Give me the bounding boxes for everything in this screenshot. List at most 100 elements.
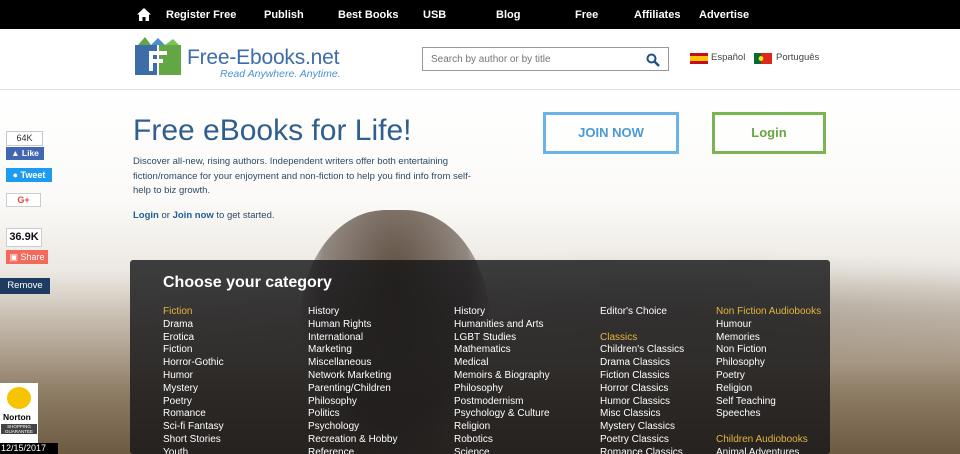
category-link[interactable]: Mathematics [454, 344, 594, 357]
category-link[interactable]: Self Teaching [716, 396, 856, 409]
category-link[interactable]: Humor [163, 370, 303, 383]
join-link[interactable]: Join now [173, 210, 214, 221]
category-link[interactable]: Philosophy [716, 357, 856, 370]
category-link[interactable]: Miscellaneous [308, 357, 448, 370]
category-link[interactable]: Romance [163, 408, 303, 421]
category-link[interactable]: Short Stories [163, 434, 303, 447]
language-portugues[interactable]: Português [776, 52, 819, 63]
category-link[interactable]: Recreation & Hobby [308, 434, 448, 447]
spain-flag-icon[interactable] [690, 53, 708, 64]
share-label: Share [20, 252, 45, 262]
nav-register-free[interactable]: Register Free [166, 9, 236, 21]
search-box [422, 47, 669, 71]
category-link[interactable]: International [308, 332, 448, 345]
norton-check-icon [7, 387, 31, 409]
nav-publish[interactable]: Publish [264, 9, 304, 21]
join-now-button[interactable]: JOIN NOW [543, 112, 679, 154]
category-link[interactable]: Poetry [163, 396, 303, 409]
category-link[interactable]: Memoirs & Biography [454, 370, 594, 383]
category-link[interactable]: Humour [716, 319, 856, 332]
hero-title: Free eBooks for Life! [133, 114, 412, 147]
category-link[interactable]: Robotics [454, 434, 594, 447]
category-link[interactable]: Speeches [716, 408, 856, 421]
search-icon[interactable] [646, 53, 660, 67]
category-panel: Choose your category Fiction Drama Erotica… [130, 260, 830, 454]
category-link[interactable]: Philosophy [454, 383, 594, 396]
category-link[interactable]: History [454, 306, 594, 319]
language-espanol[interactable]: Español [711, 52, 745, 63]
nav-usb[interactable]: USB [423, 9, 446, 21]
category-column-1: Fiction Drama Erotica Fiction Horror-Gothic H… [163, 306, 303, 454]
home-icon[interactable] [137, 8, 151, 21]
category-link[interactable]: LGBT Studies [454, 332, 594, 345]
facebook-like-button[interactable]: ▲ Like [6, 147, 44, 160]
tweet-button[interactable]: ● Tweet [6, 168, 52, 182]
share-button[interactable]: ▣ Share [6, 250, 48, 264]
portugal-flag-icon[interactable] [754, 53, 772, 64]
category-link[interactable]: Poetry [716, 370, 856, 383]
category-link[interactable]: Psychology [308, 421, 448, 434]
category-link[interactable]: Network Marketing [308, 370, 448, 383]
category-link[interactable]: Psychology & Culture [454, 408, 594, 421]
site-header: Free-Ebooks.net Read Anywhere. Anytime. … [0, 29, 960, 90]
category-link[interactable]: Religion [716, 383, 856, 396]
category-link[interactable]: Science [454, 447, 594, 454]
category-link[interactable]: History [308, 306, 448, 319]
category-link[interactable]: Politics [308, 408, 448, 421]
category-panel-title: Choose your category [163, 274, 332, 291]
category-link[interactable]: Human Rights [308, 319, 448, 332]
nav-advertise[interactable]: Advertise [699, 9, 749, 21]
norton-name: Norton [3, 412, 31, 422]
category-link[interactable]: Philosophy [308, 396, 448, 409]
remove-button[interactable]: Remove [0, 278, 50, 294]
category-link[interactable]: Marketing [308, 344, 448, 357]
category-link[interactable]: Fiction [163, 344, 303, 357]
category-link[interactable]: Horror-Gothic [163, 357, 303, 370]
category-column-5: Non Fiction Audiobooks Humour Memories Non … [716, 306, 856, 454]
tweet-label: Tweet [20, 170, 46, 180]
norton-date: 12/15/2017 [0, 443, 58, 454]
login-link[interactable]: Login [133, 210, 159, 221]
top-navigation: Register Free Publish Best Books USB Blo… [0, 0, 960, 29]
category-link[interactable]: Non Fiction [716, 344, 856, 357]
category-link[interactable]: Drama [163, 319, 303, 332]
category-link[interactable]: Humanities and Arts [454, 319, 594, 332]
nav-blog[interactable]: Blog [496, 9, 520, 21]
facebook-like-label: Like [21, 148, 39, 158]
category-link[interactable]: Parenting/Children [308, 383, 448, 396]
nav-affiliates[interactable]: Affiliates [634, 9, 680, 21]
category-heading[interactable]: Children Audiobooks [716, 434, 856, 447]
category-link[interactable]: Animal Adventures [716, 447, 856, 454]
category-link[interactable]: Youth [163, 447, 303, 454]
category-link[interactable]: Mystery [163, 383, 303, 396]
search-input[interactable] [431, 52, 641, 66]
twitter-bird-icon: ● [12, 170, 19, 180]
category-link[interactable]: Memories [716, 332, 856, 345]
book-logo-icon[interactable] [133, 37, 183, 77]
category-heading[interactable]: Non Fiction Audiobooks [716, 306, 856, 319]
category-column-3: History Humanities and Arts LGBT Studies Ma… [454, 306, 594, 454]
hero-cta-text: Login or Join now to get started. [133, 210, 275, 221]
category-link[interactable]: Medical [454, 357, 594, 370]
plus-icon: ▣ [9, 252, 18, 262]
or-text: or [158, 210, 173, 221]
category-link[interactable]: Reference [308, 447, 448, 454]
cta-suffix: to get started. [213, 210, 275, 221]
hero-description: Discover all-new, rising authors. Indepe… [133, 156, 471, 196]
thumbs-up-icon: ▲ [11, 148, 20, 158]
norton-badge[interactable]: Norton SHOPPING GUARANTEE [0, 383, 38, 443]
logo-name[interactable]: Free-Ebooks.net [187, 46, 339, 70]
category-heading[interactable]: Fiction [163, 306, 303, 319]
logo-tagline: Read Anywhere. Anytime. [220, 68, 341, 80]
facebook-like-count: 64K [6, 131, 43, 146]
nav-free[interactable]: Free [575, 9, 598, 21]
category-link[interactable]: Sci-fi Fantasy [163, 421, 303, 434]
category-link[interactable]: Religion [454, 421, 594, 434]
category-spacer [716, 421, 856, 434]
login-button[interactable]: Login [712, 112, 826, 154]
category-link[interactable]: Erotica [163, 332, 303, 345]
nav-best-books[interactable]: Best Books [338, 9, 399, 21]
google-plus-button[interactable]: G+ [6, 193, 41, 207]
category-link[interactable]: Postmodernism [454, 396, 594, 409]
norton-guarantee-label: SHOPPING GUARANTEE [1, 424, 37, 434]
